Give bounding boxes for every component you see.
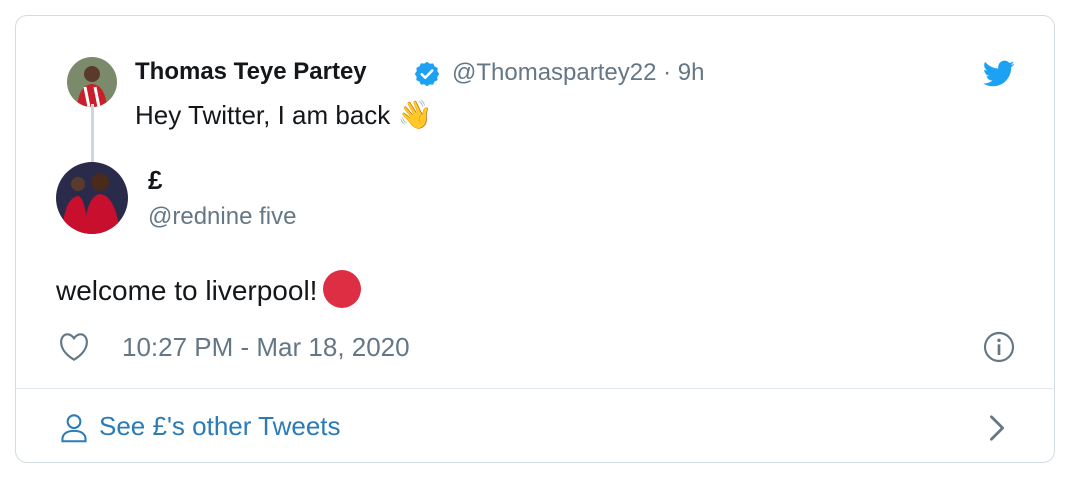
original-handle-and-time[interactable]: @Thomaspartey22 · 9h (452, 59, 704, 87)
red-circle-icon (323, 270, 362, 308)
see-other-tweets-label[interactable]: See £'s other Tweets (99, 411, 341, 442)
twitter-bird-icon[interactable] (983, 60, 1015, 88)
verified-badge-icon (414, 61, 440, 87)
reply-author-avatar[interactable] (56, 162, 128, 234)
original-author-name[interactable]: Thomas Teye Partey (135, 58, 367, 86)
reply-author-name[interactable]: £ (148, 165, 162, 196)
waving-hand-emoji: 👋 (397, 99, 433, 130)
reply-author-handle[interactable]: @rednine five (148, 203, 296, 231)
person-icon (61, 414, 87, 443)
tweet-timestamp[interactable]: 10:27 PM - Mar 18, 2020 (122, 332, 410, 363)
original-tweet-text: Hey Twitter, I am back 👋 (135, 98, 432, 131)
original-tweet-body: Hey Twitter, I am back (135, 100, 391, 130)
original-author-avatar[interactable] (67, 57, 117, 107)
reply-tweet-body: welcome to liverpool! (56, 275, 318, 306)
chevron-right-icon[interactable] (987, 414, 1007, 442)
thread-connector-line (91, 104, 94, 162)
info-icon[interactable] (983, 331, 1015, 363)
reply-tweet-text: welcome to liverpool! (56, 270, 362, 308)
see-other-tweets-link[interactable]: See £'s other Tweets (15, 389, 1055, 463)
like-heart-icon[interactable] (58, 332, 90, 362)
